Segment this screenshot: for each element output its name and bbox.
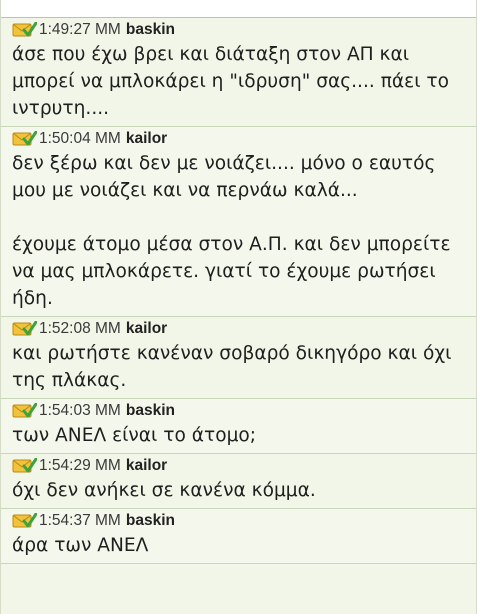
message-time: 1:54:29 MM bbox=[39, 457, 121, 474]
message-text: όχι δεν ανήκει σε κανένα κόμμα. bbox=[12, 480, 316, 501]
chat-message[interactable]: 1:54:03 MM baskin των ΑΝΕΛ είναι το άτομ… bbox=[1, 399, 476, 454]
message-text: και ρωτήστε κανέναν σοβαρό δικηγόρο και … bbox=[12, 343, 458, 391]
message-header: 1:54:03 MM baskin bbox=[12, 401, 468, 421]
message-text: άρα των ΑΝΕΛ bbox=[12, 535, 149, 556]
message-header: 1:50:04 MM kailor bbox=[12, 129, 468, 149]
message-time: 1:49:27 MM bbox=[39, 21, 121, 38]
message-text: των ΑΝΕΛ είναι το άτομο; bbox=[12, 425, 257, 446]
message-text: άσε που έχω βρει και διάταξη στον ΑΠ και… bbox=[12, 44, 455, 119]
chat-message[interactable]: 1:52:08 MM kailor και ρωτήστε κανέναν σο… bbox=[1, 317, 476, 399]
message-sender[interactable]: baskin bbox=[126, 402, 175, 420]
message-header: 1:49:27 MM baskin bbox=[12, 20, 468, 40]
message-header: 1:52:08 MM kailor bbox=[12, 319, 468, 339]
message-time: 1:52:08 MM bbox=[39, 320, 121, 337]
message-time: 1:50:04 MM bbox=[39, 130, 121, 147]
chat-message[interactable]: 1:49:27 MM baskin άσε που έχω βρει και δ… bbox=[1, 18, 476, 127]
envelope-check-icon bbox=[12, 402, 38, 419]
message-sender[interactable]: kailor bbox=[126, 320, 167, 338]
message-header: 1:54:29 MM kailor bbox=[12, 456, 468, 476]
envelope-check-icon bbox=[12, 320, 38, 337]
message-header: 1:54:37 MM baskin bbox=[12, 511, 468, 531]
message-sender[interactable]: kailor bbox=[126, 130, 167, 148]
message-text: δεν ξέρω και δεν με νοιάζει.... μόνο ο ε… bbox=[12, 153, 451, 309]
message-sender[interactable]: baskin bbox=[126, 512, 175, 530]
chat-message[interactable]: 1:54:29 MM kailor όχι δεν ανήκει σε κανέ… bbox=[1, 454, 476, 509]
chat-history[interactable]: 1:49:27 MM baskin άσε που έχω βρει και δ… bbox=[0, 0, 477, 614]
chat-message[interactable]: 1:54:37 MM baskin άρα των ΑΝΕΛ bbox=[1, 509, 476, 564]
envelope-check-icon bbox=[12, 512, 38, 529]
envelope-check-icon bbox=[12, 21, 38, 38]
message-sender[interactable]: kailor bbox=[126, 457, 167, 475]
chat-message[interactable]: 1:50:04 MM kailor δεν ξέρω και δεν με νο… bbox=[1, 127, 476, 317]
message-sender[interactable]: baskin bbox=[126, 21, 175, 39]
list-top-edge bbox=[1, 0, 476, 18]
message-time: 1:54:37 MM bbox=[39, 512, 121, 529]
message-time: 1:54:03 MM bbox=[39, 402, 121, 419]
envelope-check-icon bbox=[12, 457, 38, 474]
envelope-check-icon bbox=[12, 130, 38, 147]
